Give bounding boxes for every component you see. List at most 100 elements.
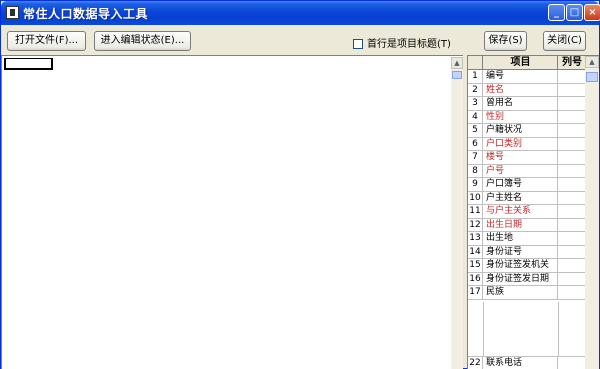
column-number-cell[interactable] xyxy=(559,205,586,218)
scroll-up-arrow-icon[interactable]: ▲ xyxy=(451,57,463,69)
column-number-cell[interactable] xyxy=(559,218,586,231)
field-name: 户口簿号 xyxy=(484,178,558,191)
row-number: 13 xyxy=(468,232,483,245)
row-number: 4 xyxy=(468,110,483,123)
field-name: 楼号 xyxy=(484,151,558,164)
column-number-cell[interactable] xyxy=(559,272,586,285)
column-number-cell[interactable] xyxy=(559,151,586,164)
mapping-grid-scrollbar[interactable]: ▲ xyxy=(585,56,599,369)
header-column-number: 列号 xyxy=(559,56,586,70)
column-number-cell[interactable] xyxy=(559,178,586,191)
save-button[interactable]: 保存(S) xyxy=(484,31,527,51)
row-number: 10 xyxy=(468,191,483,204)
row-number: 15 xyxy=(468,259,483,272)
close-window-button[interactable]: × xyxy=(584,4,600,21)
grid-line xyxy=(483,302,484,357)
toolbar: 打开文件(F)... 进入编辑状态(E)... 首行是项目标题(T) 保存(S)… xyxy=(1,25,599,55)
data-sheet-pane[interactable] xyxy=(1,55,463,369)
scroll-thumb[interactable] xyxy=(452,71,462,79)
field-name: 身份证号 xyxy=(484,245,558,258)
row-number: 3 xyxy=(468,97,483,110)
table-row[interactable]: 17 民族 xyxy=(468,286,586,300)
field-name: 出生地 xyxy=(484,232,558,245)
header-item: 项目 xyxy=(484,56,558,70)
table-row[interactable]: 6 户口类别 xyxy=(468,137,586,151)
column-number-cell[interactable] xyxy=(559,97,586,110)
maximize-button[interactable]: □ xyxy=(566,4,583,21)
column-number-cell[interactable] xyxy=(559,259,586,272)
table-row[interactable]: 13 出生地 xyxy=(468,232,586,246)
active-cell[interactable] xyxy=(4,58,53,70)
minimize-button[interactable]: _ xyxy=(548,4,565,21)
table-row[interactable]: 22 联系电话 xyxy=(468,356,586,369)
field-name: 姓名 xyxy=(484,83,558,96)
first-row-title-checkbox[interactable] xyxy=(353,39,363,49)
table-row[interactable]: 10 户主姓名 xyxy=(468,191,586,205)
row-number: 2 xyxy=(468,83,483,96)
field-name: 性别 xyxy=(484,110,558,123)
field-name: 户口类别 xyxy=(484,137,558,150)
row-number: 5 xyxy=(468,124,483,137)
table-row[interactable]: 1 编号 xyxy=(468,70,586,84)
import-tool-window: 常住人口数据导入工具 _ □ × 打开文件(F)... 进入编辑状态(E)...… xyxy=(0,0,600,369)
row-number: 1 xyxy=(468,70,483,83)
table-row[interactable]: 15 身份证签发机关 xyxy=(468,259,586,273)
enter-edit-state-button[interactable]: 进入编辑状态(E)... xyxy=(94,31,191,51)
grid-line xyxy=(558,302,559,357)
field-name: 出生日期 xyxy=(484,218,558,231)
title-bar[interactable]: 常住人口数据导入工具 _ □ × xyxy=(1,1,600,25)
field-mapping-grid: 项目 列号 1 编号 2 姓名 3 曾用名 4 性别 5 户籍状况 6 户口类别 7 楼号 8 户号 9 户口簿号… xyxy=(467,55,599,369)
table-row[interactable]: 16 身份证签发日期 xyxy=(468,272,586,286)
column-number-cell[interactable] xyxy=(559,191,586,204)
table-row[interactable]: 3 曾用名 xyxy=(468,97,586,111)
table-row[interactable]: 5 户籍状况 xyxy=(468,124,586,138)
row-number: 9 xyxy=(468,178,483,191)
column-number-cell[interactable] xyxy=(559,137,586,150)
field-name: 联系电话 xyxy=(484,357,558,369)
field-name: 曾用名 xyxy=(484,97,558,110)
field-name: 编号 xyxy=(484,70,558,83)
data-sheet-scrollbar[interactable]: ▲ xyxy=(451,57,463,369)
window-title: 常住人口数据导入工具 xyxy=(23,7,149,21)
table-row[interactable]: 2 姓名 xyxy=(468,83,586,97)
table-row[interactable]: 7 楼号 xyxy=(468,151,586,165)
column-number-cell[interactable] xyxy=(559,286,586,299)
field-name: 户主姓名 xyxy=(484,191,558,204)
row-number: 14 xyxy=(468,245,483,258)
table-row[interactable]: 12 出生日期 xyxy=(468,218,586,232)
row-number: 6 xyxy=(468,137,483,150)
field-name: 身份证签发机关 xyxy=(484,259,558,272)
row-number: 16 xyxy=(468,272,483,285)
open-file-button[interactable]: 打开文件(F)... xyxy=(7,31,86,51)
column-number-cell[interactable] xyxy=(559,245,586,258)
column-number-cell[interactable] xyxy=(559,124,586,137)
grid-header-corner xyxy=(468,56,483,70)
table-row[interactable]: 8 户号 xyxy=(468,164,586,178)
grid-header: 项目 列号 xyxy=(468,56,586,70)
column-number-cell[interactable] xyxy=(559,110,586,123)
column-number-cell[interactable] xyxy=(559,357,586,369)
table-row[interactable]: 4 性别 xyxy=(468,110,586,124)
field-name: 民族 xyxy=(484,286,558,299)
table-row[interactable]: 14 身份证号 xyxy=(468,245,586,259)
column-number-cell[interactable] xyxy=(559,83,586,96)
first-row-title-label: 首行是项目标题(T) xyxy=(367,39,451,50)
field-name: 与户主关系 xyxy=(484,205,558,218)
column-number-cell[interactable] xyxy=(559,164,586,177)
grid-hidden-rows xyxy=(468,302,586,357)
table-row[interactable]: 9 户口簿号 xyxy=(468,178,586,192)
app-icon xyxy=(6,6,19,19)
scroll-up-arrow-icon[interactable]: ▲ xyxy=(585,56,599,68)
column-number-cell[interactable] xyxy=(559,232,586,245)
first-row-title-option[interactable]: 首行是项目标题(T) xyxy=(353,35,451,50)
scroll-thumb[interactable] xyxy=(586,72,598,82)
grid-rows: 1 编号 2 姓名 3 曾用名 4 性别 5 户籍状况 6 户口类别 7 楼号 8 户号 9 户口簿号 10 户主姓名… xyxy=(468,70,586,300)
row-number: 17 xyxy=(468,286,483,299)
row-number: 12 xyxy=(468,218,483,231)
column-number-cell[interactable] xyxy=(559,70,586,83)
field-name: 身份证签发日期 xyxy=(484,272,558,285)
field-name: 户籍状况 xyxy=(484,124,558,137)
row-number: 22 xyxy=(468,357,483,369)
close-button[interactable]: 关闭(C) xyxy=(543,31,586,51)
table-row[interactable]: 11 与户主关系 xyxy=(468,205,586,219)
